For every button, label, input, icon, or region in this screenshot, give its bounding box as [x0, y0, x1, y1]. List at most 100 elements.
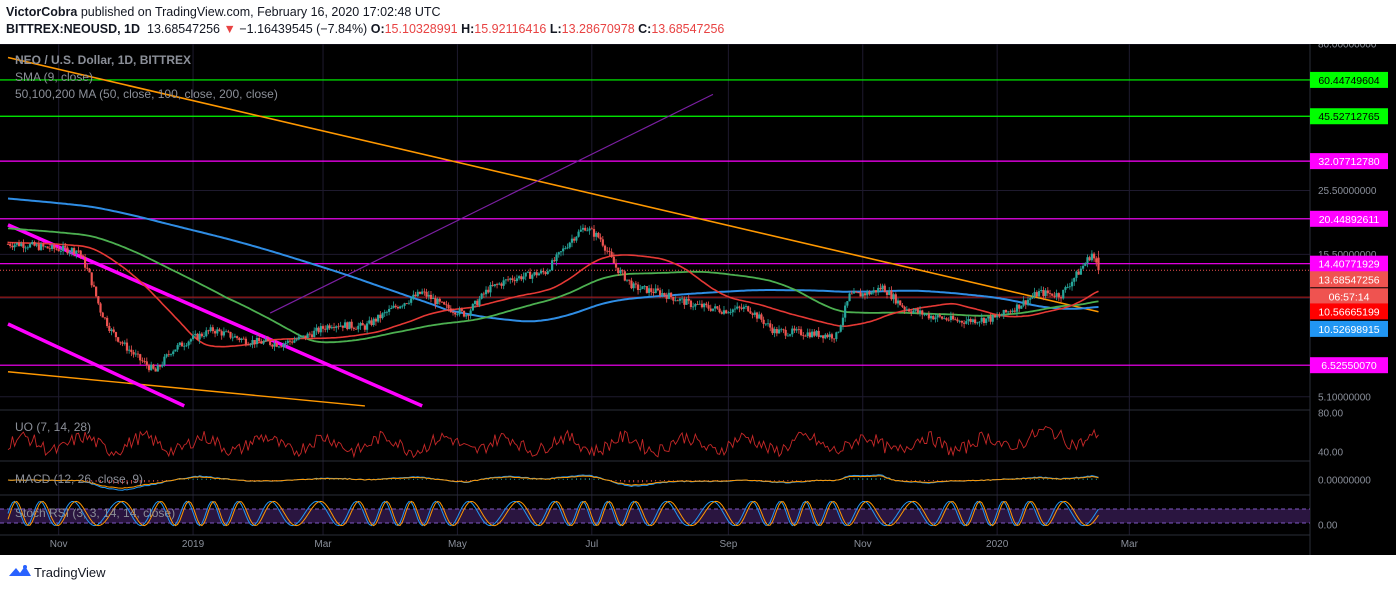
candle-body: [841, 317, 845, 326]
candle-body: [443, 302, 446, 305]
candle-body: [57, 249, 60, 252]
candle-body: [685, 298, 688, 305]
candle-body: [974, 319, 977, 324]
candle-body: [399, 306, 402, 309]
candle-body: [925, 314, 928, 315]
candle-body: [542, 270, 545, 273]
candle-body: [64, 245, 67, 248]
candle-body: [806, 332, 809, 337]
candle-body: [522, 276, 525, 280]
candle-body: [227, 331, 230, 333]
candle-body: [976, 322, 979, 324]
candle-body: [1013, 310, 1016, 312]
candle-body: [837, 331, 840, 333]
level-label: 6.52550070: [1321, 360, 1377, 372]
candle-body: [771, 327, 774, 334]
candle-body: [509, 278, 512, 280]
price-tick: 80.00000000: [1318, 44, 1377, 51]
candle-body: [639, 289, 642, 290]
candle-body: [183, 345, 186, 347]
candle-body: [363, 325, 366, 330]
candle-body: [211, 327, 214, 332]
candle-body: [932, 315, 935, 320]
candle-body: [958, 320, 961, 322]
candle-body: [938, 315, 941, 317]
candle-body: [465, 315, 468, 317]
candle-body: [491, 284, 494, 286]
candle-body: [264, 339, 267, 342]
candle-body: [1075, 271, 1078, 278]
candle-body: [1007, 311, 1010, 313]
candle-body: [224, 331, 228, 333]
candle-body: [727, 312, 730, 314]
candle-body: [625, 279, 629, 281]
candle-body: [599, 237, 602, 240]
candle-body: [971, 319, 975, 323]
candle-body: [295, 339, 298, 341]
candle-body: [954, 319, 957, 321]
candle-body: [202, 336, 206, 337]
candle-body: [1084, 263, 1087, 266]
legend-sma[interactable]: SMA (9, close): [15, 70, 93, 84]
candle-body: [473, 300, 477, 305]
candle-body: [1055, 293, 1058, 297]
candle-body: [980, 317, 983, 322]
candle-body: [597, 232, 600, 238]
candle-body: [595, 232, 598, 237]
candle-body: [493, 284, 496, 286]
legend-ma[interactable]: 50,100,200 MA (50, close, 100, close, 20…: [15, 87, 278, 101]
stoch-label[interactable]: Stoch RSI (3, 3, 14, 14, close): [15, 506, 175, 520]
candle-body: [317, 327, 320, 333]
legend-title[interactable]: NEO / U.S. Dollar, 1D, BITTREX: [15, 53, 191, 67]
candle-body: [758, 314, 761, 319]
candle-body: [1090, 253, 1093, 261]
candle-body: [584, 227, 587, 231]
candle-body: [762, 319, 765, 324]
candle-body: [681, 298, 684, 300]
candle-body: [777, 329, 781, 334]
candle-body: [55, 248, 58, 250]
publish-info: published on TradingView.com, February 1…: [80, 5, 441, 19]
candle-body: [365, 323, 369, 330]
candle-body: [747, 306, 750, 312]
candle-body: [132, 352, 135, 355]
candle-body: [282, 344, 285, 347]
candle-body: [537, 273, 541, 276]
candle-body: [967, 318, 970, 322]
candle-body: [766, 323, 770, 325]
candle-body: [253, 340, 256, 345]
candle-body: [993, 315, 997, 318]
candle-body: [1040, 289, 1043, 292]
candle-body: [769, 323, 772, 328]
candle-body: [191, 335, 195, 340]
candle-body: [79, 250, 82, 256]
candle-body: [577, 231, 580, 237]
candle-body: [678, 298, 682, 301]
candle-body: [822, 335, 825, 339]
candle-body: [90, 272, 93, 286]
candle-body: [1086, 257, 1089, 264]
tradingview-logo-icon[interactable]: [8, 564, 32, 578]
candle-body: [454, 312, 457, 315]
candle-body: [773, 329, 776, 334]
candle-body: [213, 331, 217, 334]
macd-label[interactable]: MACD (12, 26, close, 9): [15, 472, 143, 486]
candle-body: [1070, 281, 1074, 287]
author-name[interactable]: VictorCobra: [6, 5, 77, 19]
candle-body: [354, 328, 358, 330]
candle-body: [815, 330, 818, 336]
brand-name[interactable]: TradingView: [34, 565, 106, 580]
candle-body: [1048, 293, 1052, 295]
candle-body: [610, 251, 613, 257]
indicator-tick: 0.00: [1318, 521, 1338, 532]
candle-body: [50, 245, 54, 250]
candle-body: [161, 364, 164, 367]
price-chart[interactable]: 80.0000000025.5000000020.5000000015.5000…: [0, 44, 1396, 555]
candle-body: [881, 285, 884, 290]
chart-background: [0, 44, 1396, 555]
candle-body: [566, 247, 569, 249]
uo-label[interactable]: UO (7, 14, 28): [15, 420, 91, 434]
candle-body: [143, 361, 146, 362]
current-price-label: 13.68547256: [1318, 274, 1379, 286]
candle-body: [711, 308, 715, 311]
